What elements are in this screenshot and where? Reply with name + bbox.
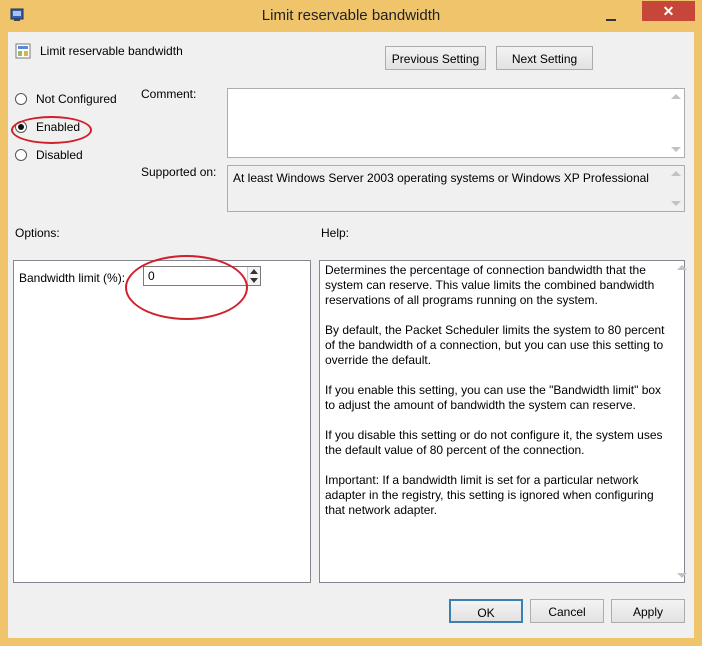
cancel-button[interactable]: Cancel (530, 599, 604, 623)
options-heading: Options: (15, 226, 60, 240)
scroll-up-icon[interactable] (677, 265, 687, 270)
spin-buttons[interactable] (247, 267, 260, 285)
apply-button[interactable]: Apply (611, 599, 685, 623)
disabled-radio[interactable] (15, 149, 27, 161)
policy-name: Limit reservable bandwidth (40, 44, 183, 58)
title-bar[interactable]: Limit reservable bandwidth ✕ (0, 0, 702, 32)
close-button[interactable]: ✕ (642, 1, 695, 21)
help-panel: Determines the percentage of connection … (319, 260, 685, 583)
supported-scrollbar[interactable] (668, 166, 684, 211)
supported-on-value: At least Windows Server 2003 operating s… (233, 171, 649, 185)
scroll-down-icon[interactable] (671, 201, 681, 206)
bandwidth-limit-label: Bandwidth limit (%): (19, 271, 126, 285)
window-title: Limit reservable bandwidth (261, 7, 441, 24)
supported-on-field: At least Windows Server 2003 operating s… (227, 165, 685, 212)
enabled-label[interactable]: Enabled (36, 120, 80, 134)
options-panel: Bandwidth limit (%): 0 (13, 260, 311, 583)
supported-on-label: Supported on: (141, 165, 217, 179)
spin-down-icon[interactable] (250, 278, 258, 283)
bandwidth-limit-spinbox[interactable]: 0 (143, 266, 261, 286)
scroll-up-icon[interactable] (671, 94, 681, 99)
ok-button[interactable]: OK (449, 599, 523, 623)
dialog-window: Limit reservable bandwidth ✕ Limit reser… (0, 0, 702, 646)
spin-up-icon[interactable] (250, 269, 258, 274)
help-heading: Help: (321, 226, 350, 240)
enabled-radio[interactable] (15, 121, 27, 133)
dialog-body: Limit reservable bandwidth Previous Sett… (8, 32, 694, 638)
comment-label: Comment: (141, 87, 197, 101)
minimize-icon[interactable] (600, 6, 622, 26)
bandwidth-limit-value[interactable]: 0 (148, 269, 155, 283)
help-scrollbar[interactable] (674, 260, 690, 583)
policy-setting-icon (15, 43, 31, 59)
scroll-down-icon[interactable] (677, 573, 687, 578)
next-setting-button[interactable]: Next Setting (496, 46, 593, 70)
help-text: Determines the percentage of connection … (325, 263, 665, 517)
comment-field[interactable] (227, 88, 685, 158)
comment-scrollbar[interactable] (668, 89, 684, 157)
previous-setting-button[interactable]: Previous Setting (385, 46, 486, 70)
scroll-up-icon[interactable] (671, 171, 681, 176)
scroll-down-icon[interactable] (671, 147, 681, 152)
not-configured-label[interactable]: Not Configured (36, 92, 117, 106)
not-configured-radio[interactable] (15, 93, 27, 105)
disabled-label[interactable]: Disabled (36, 148, 83, 162)
